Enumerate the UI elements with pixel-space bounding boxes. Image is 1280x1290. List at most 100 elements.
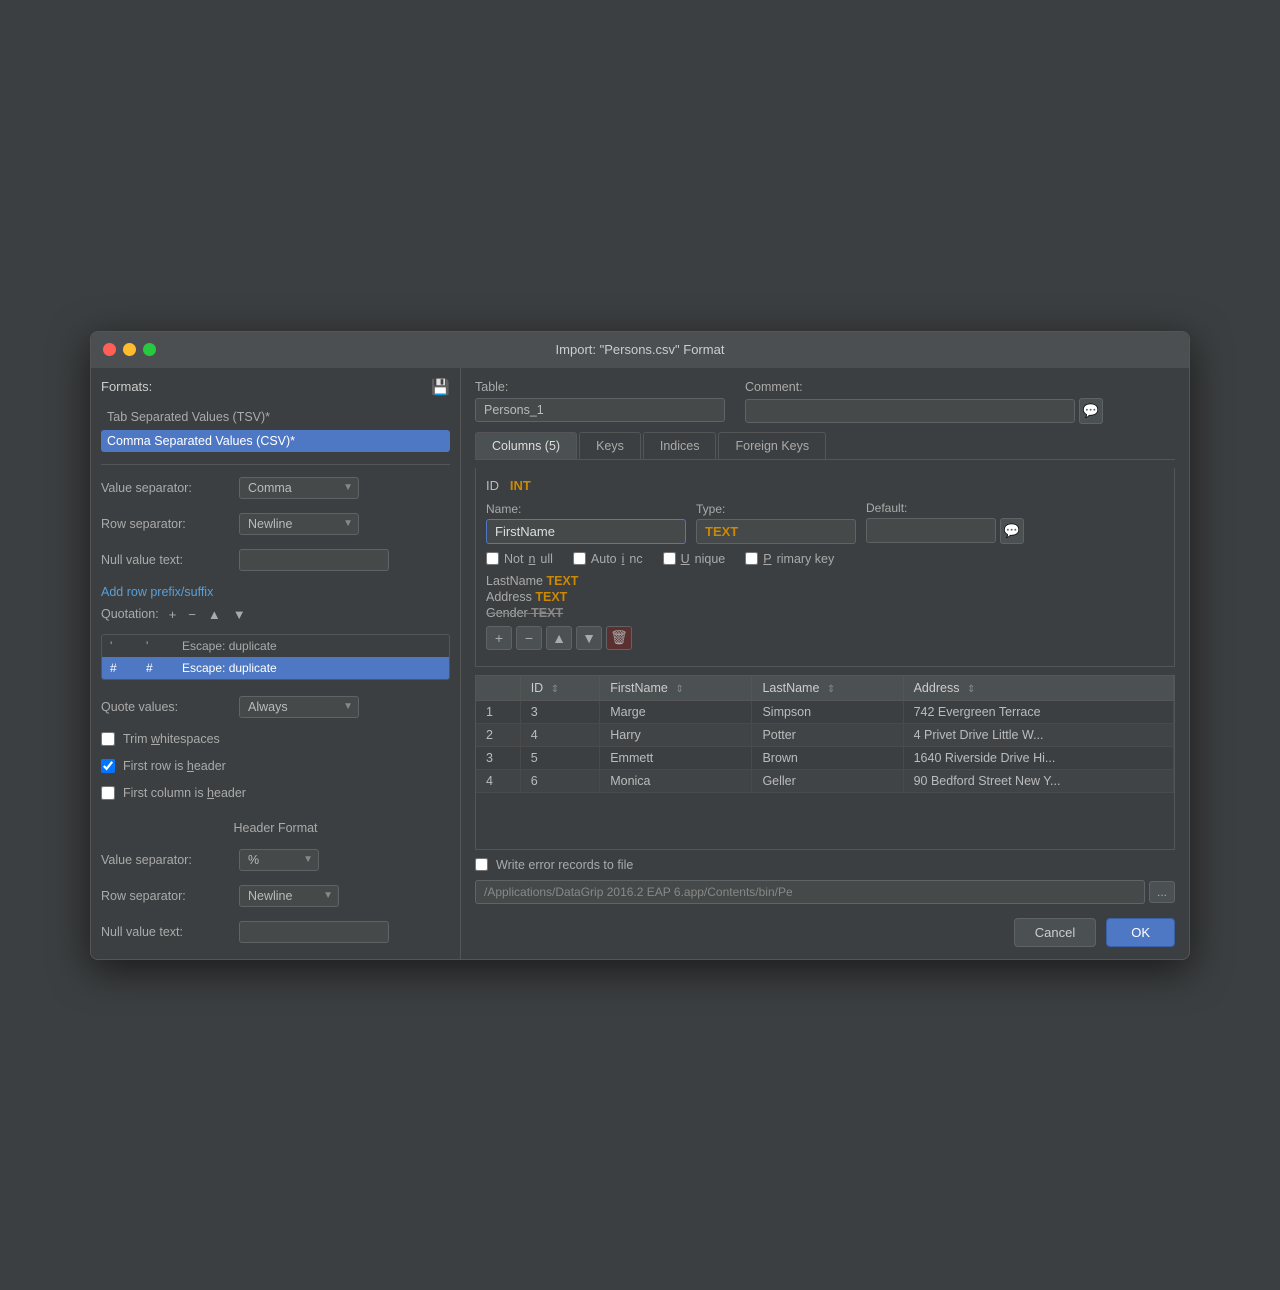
cell-id-3: 5 <box>520 746 600 769</box>
quotation-down-button[interactable]: ▼ <box>231 607 248 622</box>
trim-whitespaces-checkbox[interactable] <box>101 732 115 746</box>
column-id-row: ID INT <box>486 478 1164 493</box>
quotation-up-button[interactable]: ▲ <box>206 607 223 622</box>
first-col-header-row: First column is header <box>101 786 450 800</box>
comment-icon-button[interactable]: 💬 <box>1079 398 1103 424</box>
comment-input-wrapper: 💬 <box>745 398 1103 424</box>
row-separator-select-wrapper: Newline ▼ <box>239 513 359 535</box>
browse-button[interactable]: ... <box>1149 881 1175 903</box>
null-value-label: Null value text: <box>101 553 231 567</box>
header-row-sep-label: Row separator: <box>101 889 231 903</box>
col-name-input[interactable] <box>486 519 686 544</box>
col-list-item-3: Gender TEXT <box>486 606 1164 620</box>
col-name-1: LastName <box>486 574 546 588</box>
col-default-input[interactable] <box>866 518 996 543</box>
quotation-escape-2: Escape: duplicate <box>182 661 277 675</box>
table-row: 1 3 Marge Simpson 742 Evergreen Terrace <box>476 700 1174 723</box>
table-row: 3 5 Emmett Brown 1640 Riverside Drive Hi… <box>476 746 1174 769</box>
first-row-header-label: First row is header <box>123 759 226 773</box>
divider-1 <box>101 464 450 465</box>
formats-label: Formats: <box>101 379 152 394</box>
column-list-area: LastName TEXT Address TEXT Gender TEXT <box>486 574 1164 620</box>
auto-inc-label[interactable]: Auto inc <box>573 552 643 566</box>
add-prefix-suffix-link[interactable]: Add row prefix/suffix <box>101 585 450 599</box>
close-button[interactable] <box>103 343 116 356</box>
right-column: Table: Comment: 💬 Columns (5) Keys Indic… <box>461 368 1189 959</box>
col-type-3: TEXT <box>531 606 563 620</box>
header-null-label: Null value text: <box>101 925 231 939</box>
th-lastname[interactable]: LastName ⇕ <box>752 676 903 701</box>
null-value-row: Null value text: <box>101 549 450 571</box>
cell-id-2: 4 <box>520 723 600 746</box>
quotation-minus-button[interactable]: − <box>186 607 198 622</box>
maximize-button[interactable] <box>143 343 156 356</box>
quotation-item-2[interactable]: # # Escape: duplicate <box>102 657 449 679</box>
col-name-label: Name: <box>486 502 686 516</box>
comment-input[interactable] <box>745 399 1075 423</box>
header-null-row: Null value text: <box>101 921 450 943</box>
trim-whitespaces-row: Trim whitespaces <box>101 732 450 746</box>
quotation-char1-1: ' <box>110 639 130 653</box>
th-address[interactable]: Address ⇕ <box>903 676 1173 701</box>
format-csv[interactable]: Comma Separated Values (CSV)* <box>101 430 450 452</box>
table-field-group: Table: <box>475 380 725 422</box>
file-path-input[interactable] <box>475 880 1145 904</box>
tab-keys[interactable]: Keys <box>579 432 641 459</box>
cell-fn-2: Harry <box>600 723 752 746</box>
default-icon-button[interactable]: 💬 <box>1000 518 1024 544</box>
row-num-2: 2 <box>476 723 520 746</box>
quotation-add-button[interactable]: + <box>167 607 179 622</box>
comment-label: Comment: <box>745 380 1103 394</box>
cell-id-1: 3 <box>520 700 600 723</box>
not-null-checkbox[interactable] <box>486 552 499 565</box>
write-error-label: Write error records to file <box>496 858 633 872</box>
delete-button[interactable]: 🗑 <box>606 626 632 650</box>
unique-label[interactable]: Unique <box>663 552 726 566</box>
add-column-button[interactable]: + <box>486 626 512 650</box>
tab-columns[interactable]: Columns (5) <box>475 432 577 459</box>
unique-checkbox[interactable] <box>663 552 676 565</box>
tab-foreign-keys[interactable]: Foreign Keys <box>718 432 826 459</box>
primary-key-label[interactable]: Primary key <box>745 552 834 566</box>
quote-values-select[interactable]: Always <box>239 696 359 718</box>
move-up-button[interactable]: ▲ <box>546 626 572 650</box>
th-firstname[interactable]: FirstName ⇕ <box>600 676 752 701</box>
move-down-button[interactable]: ▼ <box>576 626 602 650</box>
col-type-label: Type: <box>696 502 856 516</box>
action-buttons: Cancel OK <box>475 918 1175 947</box>
save-icon[interactable]: 💾 <box>431 378 450 396</box>
row-num-1: 1 <box>476 700 520 723</box>
header-row-sep-select[interactable]: Newline <box>239 885 339 907</box>
null-value-input[interactable] <box>239 549 389 571</box>
row-separator-select[interactable]: Newline <box>239 513 359 535</box>
ok-button[interactable]: OK <box>1106 918 1175 947</box>
header-row-sep-wrapper: Newline ▼ <box>239 885 339 907</box>
cancel-button[interactable]: Cancel <box>1014 918 1096 947</box>
header-value-sep-select[interactable]: % <box>239 849 319 871</box>
write-error-checkbox[interactable] <box>475 858 488 871</box>
value-separator-select[interactable]: Comma Tab Semicolon <box>239 477 359 499</box>
not-null-label[interactable]: Not null <box>486 552 553 566</box>
format-tsv[interactable]: Tab Separated Values (TSV)* <box>101 406 450 428</box>
th-id[interactable]: ID ⇕ <box>520 676 600 701</box>
col-list-item-1: LastName TEXT <box>486 574 1164 588</box>
header-value-sep-row: Value separator: % ▼ <box>101 849 450 871</box>
main-content: Formats: 💾 Tab Separated Values (TSV)* C… <box>91 368 1189 959</box>
first-col-header-checkbox[interactable] <box>101 786 115 800</box>
col-type-input[interactable] <box>696 519 856 544</box>
quotation-item-1[interactable]: ' ' Escape: duplicate <box>102 635 449 657</box>
auto-inc-checkbox[interactable] <box>573 552 586 565</box>
row-num-4: 4 <box>476 769 520 792</box>
remove-column-button[interactable]: − <box>516 626 542 650</box>
primary-key-checkbox[interactable] <box>745 552 758 565</box>
first-row-header-row: First row is header <box>101 759 450 773</box>
quotation-header: Quotation: + − ▲ ▼ <box>101 607 450 622</box>
write-error-row: Write error records to file <box>475 858 1175 872</box>
col-name-3: Gender <box>486 606 531 620</box>
header-null-input[interactable] <box>239 921 389 943</box>
first-row-header-checkbox[interactable] <box>101 759 115 773</box>
tab-indices[interactable]: Indices <box>643 432 717 459</box>
trim-whitespaces-label: Trim whitespaces <box>123 732 220 746</box>
table-input[interactable] <box>475 398 725 422</box>
minimize-button[interactable] <box>123 343 136 356</box>
